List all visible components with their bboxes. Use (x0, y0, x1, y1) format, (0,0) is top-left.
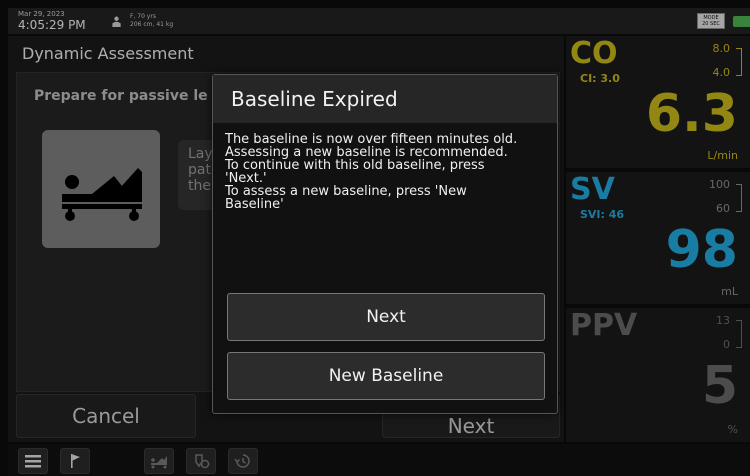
next-button[interactable]: Next (227, 293, 545, 341)
dialog-message-line: Baseline' (225, 197, 284, 212)
dialog-header: Baseline Expired (213, 75, 557, 123)
baseline-expired-dialog: Baseline Expired The baseline is now ove… (212, 74, 558, 414)
dialog-title: Baseline Expired (231, 87, 398, 111)
dialog-message: The baseline is now over fifteen minutes… (225, 133, 547, 211)
dialog-message-line: To continue with this old baseline, pres… (225, 158, 485, 173)
new-baseline-button[interactable]: New Baseline (227, 352, 545, 400)
monitor-screen: Mar 29, 2023 4:05:29 PM F, 70 yrs 206 cm… (0, 0, 750, 476)
